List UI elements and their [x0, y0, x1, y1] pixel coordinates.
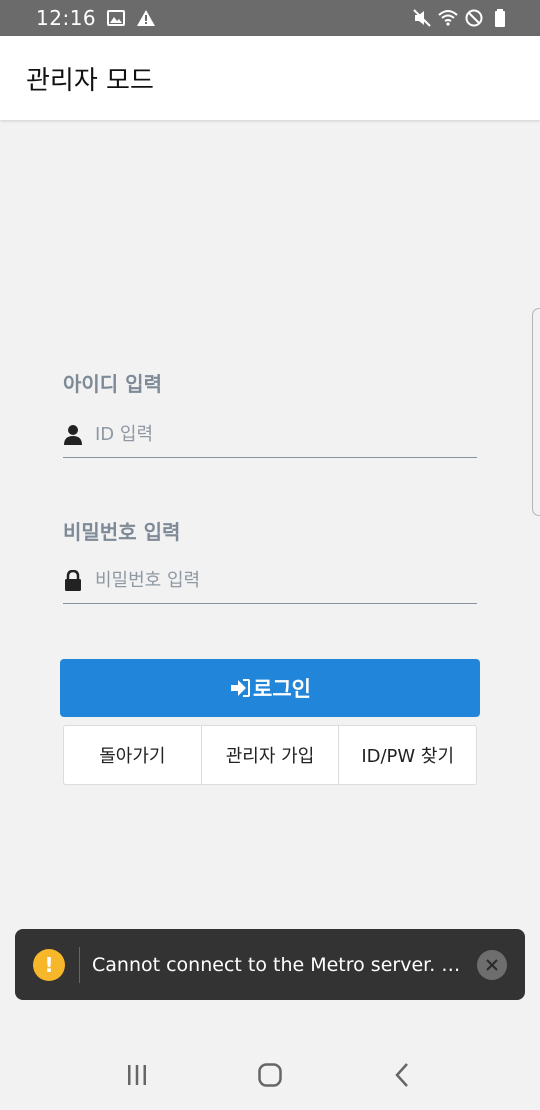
- login-button[interactable]: 로그인: [60, 659, 480, 717]
- id-label: 아이디 입력: [63, 372, 162, 396]
- home-button[interactable]: [250, 1055, 290, 1095]
- sign-in-icon: [231, 679, 251, 697]
- warning-icon: !: [33, 948, 65, 981]
- back-nav-button[interactable]: [383, 1055, 423, 1095]
- mute-icon: [413, 9, 431, 27]
- recent-apps-icon: [127, 1065, 146, 1085]
- password-field[interactable]: [63, 558, 477, 604]
- status-right: [412, 8, 510, 28]
- password-input[interactable]: [95, 570, 455, 591]
- id-input[interactable]: [95, 424, 455, 445]
- status-time: 12:16: [36, 6, 97, 30]
- do-not-disturb-icon: [465, 9, 483, 27]
- battery-icon: [495, 9, 505, 27]
- password-label: 비밀번호 입력: [63, 520, 181, 544]
- edge-panel-handle[interactable]: [532, 308, 540, 516]
- navigation-bar: [0, 1040, 540, 1110]
- register-button[interactable]: 관리자 가입: [202, 726, 340, 784]
- recent-apps-button[interactable]: [117, 1055, 157, 1095]
- page-title: 관리자 모드: [26, 65, 154, 96]
- image-icon: [107, 10, 126, 26]
- app-bar: 관리자 모드: [0, 36, 540, 120]
- wifi-icon: [438, 10, 458, 26]
- close-icon[interactable]: [477, 949, 507, 980]
- back-icon: [395, 1063, 409, 1087]
- toast-message: Cannot connect to the Metro server. Try …: [92, 953, 468, 976]
- login-label: 로그인: [253, 677, 311, 701]
- alert-icon: [137, 10, 156, 26]
- status-bar: 12:16: [0, 0, 540, 36]
- error-toast[interactable]: ! Cannot connect to the Metro server. Tr…: [15, 929, 525, 1000]
- status-left: 12:16: [36, 6, 156, 30]
- find-id-pw-button[interactable]: ID/PW 찾기: [339, 726, 476, 784]
- id-field[interactable]: [63, 412, 477, 458]
- user-icon: [64, 424, 82, 445]
- back-button[interactable]: 돌아가기: [64, 726, 202, 784]
- home-icon: [258, 1063, 282, 1087]
- secondary-buttons: 돌아가기 관리자 가입 ID/PW 찾기: [63, 725, 477, 785]
- lock-icon: [65, 569, 81, 591]
- toast-divider: [79, 946, 80, 983]
